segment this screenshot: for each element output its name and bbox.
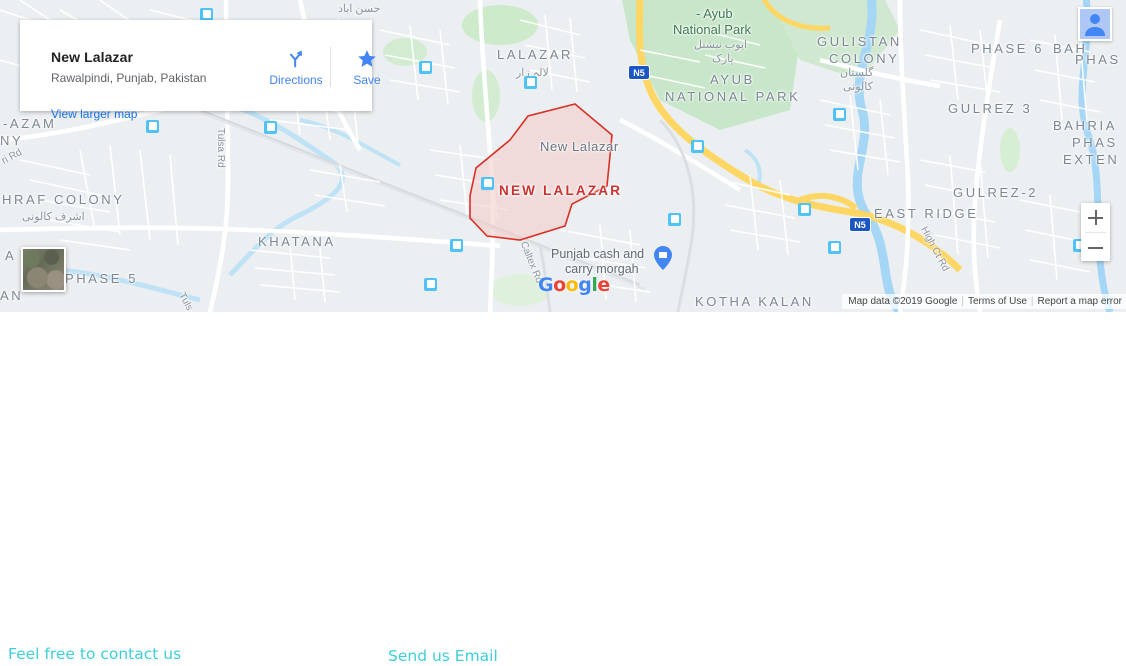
directions-label: Directions — [269, 73, 323, 87]
map-container[interactable]: حسن اباد LALAZAR لالہ زار - Ayub National Pa… — [0, 0, 1126, 312]
zoom-out-button[interactable] — [1081, 233, 1110, 262]
google-logo: Google — [538, 274, 610, 296]
view-larger-map-link[interactable]: View larger map — [51, 107, 137, 121]
directions-button[interactable]: Directions — [266, 48, 326, 87]
google-logo-o1: o — [553, 274, 566, 296]
bus-stop-icon[interactable] — [833, 108, 846, 121]
google-logo-g2: g — [578, 274, 592, 296]
google-logo-g1: G — [538, 274, 554, 296]
bus-stop-icon[interactable] — [264, 121, 277, 134]
bus-stop-icon[interactable] — [450, 239, 463, 252]
star-icon — [337, 48, 397, 70]
satellite-view-toggle[interactable] — [21, 247, 66, 292]
google-logo-o2: o — [565, 274, 579, 296]
map-attribution: Map data ©2019 Google | Terms of Use | Repor… — [842, 294, 1126, 309]
zoom-controls[interactable] — [1081, 203, 1110, 261]
place-title: New Lalazar — [51, 49, 134, 65]
report-map-error-link[interactable]: Report a map error — [1038, 296, 1122, 307]
zoom-in-button[interactable] — [1081, 203, 1110, 232]
place-address: Rawalpindi, Punjab, Pakistan — [51, 71, 207, 85]
page-content: Feel free to contact us TechnoBird 19, S… — [0, 312, 1126, 666]
map-info-card[interactable]: New Lalazar Rawalpindi, Punjab, Pakistan… — [20, 20, 381, 121]
person-icon — [1085, 14, 1105, 36]
save-button[interactable]: Save — [337, 48, 397, 87]
bus-stop-icon[interactable] — [798, 203, 811, 216]
bus-stop-icon[interactable] — [481, 177, 494, 190]
bus-stop-icon[interactable] — [419, 61, 432, 74]
map-data-text: Map data ©2019 Google — [848, 296, 958, 307]
bus-stop-icon[interactable] — [524, 76, 537, 89]
bus-stop-icon[interactable] — [691, 140, 704, 153]
card-divider — [330, 47, 331, 87]
bus-stop-icon[interactable] — [424, 278, 437, 291]
attrib-divider-2: | — [1030, 296, 1034, 307]
form-heading: Send us Email — [388, 647, 498, 665]
bus-stop-icon[interactable] — [146, 120, 159, 133]
terms-of-use-link[interactable]: Terms of Use — [968, 296, 1027, 307]
bus-stop-icon[interactable] — [828, 241, 841, 254]
shop-poi-icon[interactable] — [654, 246, 672, 270]
bus-stop-icon[interactable] — [668, 213, 681, 226]
profile-avatar[interactable] — [1078, 7, 1112, 41]
save-label: Save — [353, 73, 381, 87]
highway-shield-n5: N5 — [849, 217, 871, 232]
attrib-divider-1: | — [961, 296, 964, 307]
highway-shield-n5: N5 — [628, 65, 650, 80]
google-logo-e: e — [597, 274, 610, 296]
contact-heading: Feel free to contact us — [8, 645, 182, 663]
directions-icon — [266, 48, 326, 70]
